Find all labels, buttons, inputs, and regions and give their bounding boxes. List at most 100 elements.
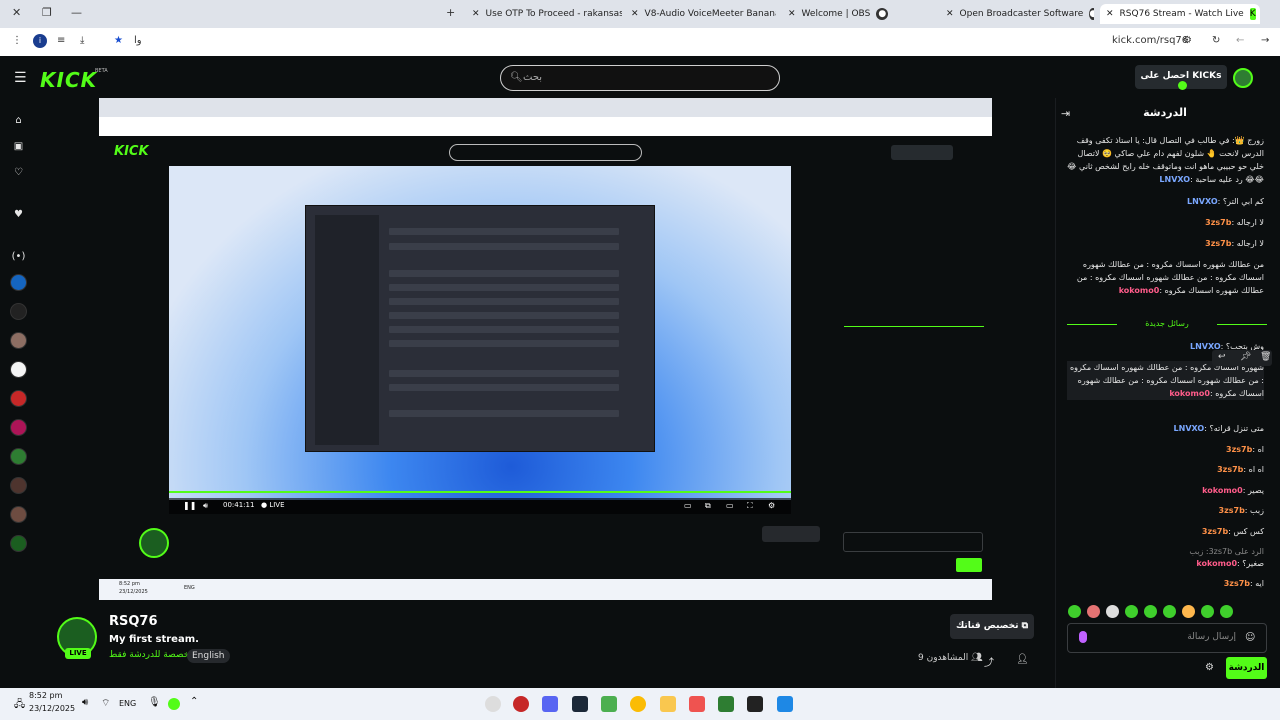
volume-icon[interactable]: 🔊︎ (82, 697, 88, 708)
app-icon[interactable] (601, 696, 617, 712)
close-window-icon[interactable]: ✕ (12, 6, 21, 19)
back-icon[interactable]: → (1261, 35, 1269, 46)
stream-category[interactable]: ﻣﺨﺼﺼﺔ ﻟﻠﺪﺭﺩﺷﺔ ﻓﻘﻂ (109, 650, 194, 660)
chat-message[interactable]: ﺍﻳﻪ :3zs7b (1067, 577, 1264, 590)
tab-close-icon[interactable]: ✕ (472, 9, 480, 19)
message-username[interactable]: 3zs7b (1226, 445, 1252, 454)
message-username[interactable]: LNVXO (1187, 197, 1218, 206)
chat-message[interactable]: ﻻ ﺍﺭﺟﺎﻟﻪ :3zs7b (1067, 237, 1264, 250)
download-icon[interactable]: ⤓ (80, 35, 84, 46)
language-indicator[interactable]: ENG (119, 699, 136, 708)
steam-icon[interactable] (572, 696, 588, 712)
tab-obs-software[interactable]: ✕ Open Broadcaster Software ● (946, 4, 1094, 24)
reply-icon[interactable]: ↩ (1218, 352, 1226, 362)
share-icon[interactable]: ⤴ (984, 654, 994, 669)
pause-icon[interactable]: ❚❚ (183, 501, 196, 510)
channel-avatar[interactable] (10, 506, 27, 523)
favorites-icon[interactable]: ♥ (10, 206, 27, 223)
pip-icon[interactable]: ⧉ (705, 501, 711, 511)
app-icon[interactable] (689, 696, 705, 712)
channel-avatar[interactable] (10, 535, 27, 552)
channel-avatar[interactable] (10, 361, 27, 378)
emote-icon[interactable] (1106, 605, 1119, 618)
video-player[interactable]: KICK ❚❚ 🔊︎ 00:41:11 ● LIVE ▭ ⧉ ▭ ⛶ ⚙ 8:5… (99, 98, 992, 600)
profile-icon[interactable]: i (33, 34, 47, 48)
volume-icon[interactable]: 🔊︎ (203, 501, 208, 511)
site-settings-icon[interactable]: ⚙ (1183, 35, 1192, 46)
chat-message-input[interactable]: ﺇﺭﺳﺎﻝ ﺭﺳﺎﻟﺔ (1067, 623, 1267, 653)
message-username[interactable]: 3zs7b (1219, 506, 1245, 515)
terminal-icon[interactable] (747, 696, 763, 712)
channel-avatar[interactable] (10, 477, 27, 494)
get-kicks-button[interactable]: ﺍﺣﺼﻞ ﻋﻠﻰ KICKs (1135, 65, 1227, 90)
windows-start-icon[interactable] (777, 696, 793, 712)
message-username[interactable]: 3zs7b (1205, 218, 1231, 227)
chat-message[interactable]: ﺍﻩ ﺍﻩ :3zs7b (1067, 463, 1264, 476)
channel-avatar[interactable] (10, 274, 27, 291)
emote-icon[interactable] (1125, 605, 1138, 618)
channel-avatar[interactable] (10, 303, 27, 320)
menu-dots-icon[interactable]: ⋮ (12, 35, 22, 46)
following-icon[interactable]: ♡ (10, 164, 27, 181)
emote-icon[interactable] (1220, 605, 1233, 618)
message-username[interactable]: 3zs7b (1202, 527, 1228, 536)
chat-message[interactable]: ﻛﺲ ﻛﺲ :3zs7b (1067, 525, 1264, 538)
url-field[interactable]: kick.com/rsq76 (1112, 35, 1188, 46)
message-username[interactable]: kokomo0 (1196, 559, 1237, 568)
delete-icon[interactable]: 🗑︎ (1260, 352, 1271, 362)
channel-avatar[interactable] (10, 448, 27, 465)
minimize-window-icon[interactable]: — (71, 6, 82, 19)
chevron-up-icon[interactable]: ⌃ (190, 696, 198, 707)
hamburger-menu-icon[interactable]: ☰ (14, 70, 27, 86)
chrome-icon[interactable] (630, 696, 646, 712)
emoji-icon[interactable]: ☺ (1245, 632, 1255, 643)
app-icon[interactable] (513, 696, 529, 712)
tab-close-icon[interactable]: ✕ (788, 9, 796, 19)
settings-app-icon[interactable] (485, 696, 501, 712)
channel-name[interactable]: RSQ76 (109, 614, 158, 629)
mini-player-icon[interactable]: ▭ (726, 501, 734, 510)
tab-voicemeeter[interactable]: ✕ V8-Audio VoiceMeeter Banana V (631, 4, 776, 24)
live-channels-icon[interactable]: (•) (10, 248, 27, 265)
language-tag[interactable]: English (187, 649, 230, 663)
taskbar-clock[interactable]: 8:52 pm (29, 691, 62, 700)
search-input[interactable]: 🔍︎ ﺑﺤﺚ (500, 65, 780, 91)
emote-icon[interactable] (1201, 605, 1214, 618)
follow-user-icon[interactable]: 👤︎ (1016, 654, 1029, 665)
star-icon[interactable]: ★ (114, 35, 123, 46)
settings-gear-icon[interactable]: ⚙ (768, 501, 775, 510)
forward-icon[interactable]: ← (1236, 35, 1244, 46)
chat-message[interactable]: ﻻ ﺍﺭﺟﺎﻟﻪ :3zs7b (1067, 216, 1264, 229)
microphone-icon[interactable] (1079, 631, 1087, 643)
restore-window-icon[interactable]: ❐ (42, 6, 52, 19)
emote-icon[interactable] (1087, 605, 1100, 618)
message-username[interactable]: kokomo0 (1119, 286, 1160, 295)
reading-list-icon[interactable]: ≡ (57, 35, 65, 46)
tray-app-icon[interactable] (168, 698, 180, 710)
kick-logo[interactable]: KICK (40, 68, 97, 92)
home-icon[interactable]: ⌂ (10, 112, 27, 129)
user-avatar[interactable] (1233, 68, 1253, 88)
chat-message[interactable]: ﺍﻩ :3zs7b (1067, 443, 1264, 456)
taskbar-date[interactable]: 23/12/2025 (29, 704, 75, 713)
pin-icon[interactable]: 📌︎ (1240, 352, 1251, 362)
channel-avatar[interactable] (10, 419, 27, 436)
channel-avatar[interactable] (10, 332, 27, 349)
message-username[interactable]: kokomo0 (1169, 389, 1210, 398)
collapse-chat-icon[interactable]: ⇥ (1061, 107, 1070, 120)
new-tab-icon[interactable]: + (446, 6, 455, 19)
customize-channel-button[interactable]: ﺗﺨﺼﻴﺺ ﻗﻨﺎﺗﻚ ⧉ (950, 614, 1034, 639)
message-username[interactable]: 3zs7b (1224, 579, 1250, 588)
chat-message[interactable]: ﻣﻦ ﻋﻄﺎﻟﻚ ﺷﻬﻮﺭﻩ ﺍﺳﺴﺎﻙ ﻣﻜﺮﻭﻩ : ﻣﻦ ﻋﻄﺎﻟﻚ ﺷﻬ… (1067, 258, 1264, 297)
stream-progress-bar[interactable] (169, 491, 791, 493)
chat-message[interactable]: ﻣﺘﻰ ﺗﻨﺰﻝ ﻗﺮﺍﺗﻪ؟ :LNVXO (1067, 422, 1264, 435)
xbox-icon[interactable] (718, 696, 734, 712)
discord-icon[interactable] (542, 696, 558, 712)
tab-kick-stream[interactable]: ✕ RSQ76 Stream - Watch Live K (1100, 4, 1260, 24)
file-explorer-icon[interactable] (660, 696, 676, 712)
tab-welcome-obs[interactable]: ✕ Welcome | OBS ● (788, 4, 933, 24)
chat-settings-icon[interactable]: ⚙ (1205, 662, 1214, 673)
message-username[interactable]: 3zs7b (1205, 239, 1231, 248)
browse-icon[interactable]: ▣ (10, 138, 27, 155)
tab-close-icon[interactable]: ✕ (631, 9, 639, 19)
